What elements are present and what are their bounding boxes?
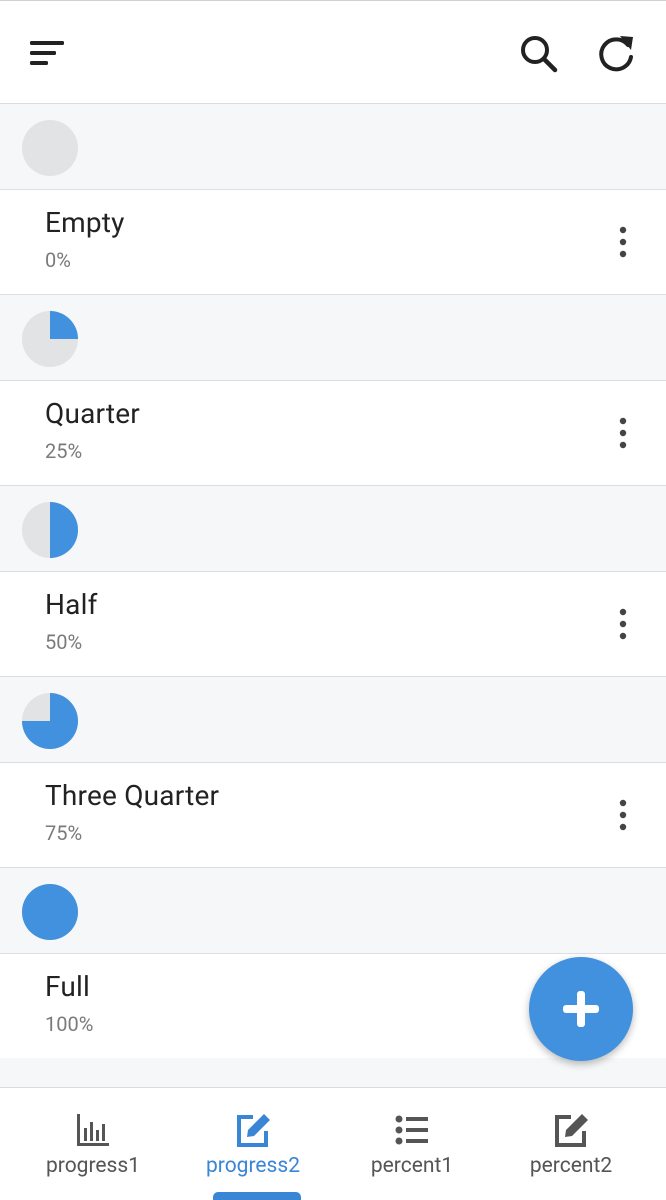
item-percent: 50% bbox=[45, 630, 83, 654]
pie-fill bbox=[50, 311, 78, 339]
tab-label: progress2 bbox=[205, 1154, 300, 1178]
list-item[interactable]: Half 50% bbox=[0, 572, 666, 677]
more-options-button[interactable] bbox=[608, 797, 638, 833]
tab-label: percent1 bbox=[370, 1154, 454, 1178]
edit-icon bbox=[555, 1114, 588, 1147]
item-percent: 100% bbox=[45, 1012, 94, 1036]
item-title: Quarter bbox=[45, 397, 140, 430]
pie-header-row bbox=[0, 486, 666, 572]
progress-pie-icon bbox=[22, 693, 78, 749]
more-vert-icon bbox=[619, 799, 627, 831]
progress-pie-icon bbox=[22, 502, 78, 558]
bar-chart-icon bbox=[77, 1114, 109, 1146]
tab-percent1[interactable]: percent1 bbox=[329, 1088, 495, 1200]
add-fab-button[interactable] bbox=[529, 957, 633, 1061]
top-app-bar bbox=[0, 0, 666, 104]
tab-percent2[interactable]: percent2 bbox=[488, 1088, 654, 1200]
pie-background bbox=[22, 120, 78, 176]
item-title: Three Quarter bbox=[45, 779, 220, 812]
more-options-button[interactable] bbox=[608, 224, 638, 260]
plus-icon bbox=[563, 991, 599, 1027]
pie-header-row bbox=[0, 104, 666, 190]
item-title: Half bbox=[45, 588, 98, 621]
more-options-button[interactable] bbox=[608, 415, 638, 451]
progress-pie-icon bbox=[22, 884, 78, 940]
more-vert-icon bbox=[619, 608, 627, 640]
pie-header-row bbox=[0, 295, 666, 381]
more-vert-icon bbox=[619, 417, 627, 449]
list-item[interactable]: Empty 0% bbox=[0, 190, 666, 295]
tab-label: progress1 bbox=[45, 1154, 140, 1178]
progress-pie-icon bbox=[22, 311, 78, 367]
refresh-button[interactable] bbox=[594, 33, 638, 77]
tab-progress2[interactable]: progress2 bbox=[170, 1088, 336, 1200]
bottom-navigation: progress1 progress2 percent1 percent2 bbox=[0, 1087, 666, 1200]
list-icon bbox=[395, 1115, 428, 1145]
list-item[interactable]: Three Quarter 75% bbox=[0, 763, 666, 868]
search-icon bbox=[521, 36, 558, 73]
pie-fill bbox=[22, 884, 78, 940]
edit-icon bbox=[237, 1114, 270, 1147]
progress-pie-icon bbox=[22, 120, 78, 176]
more-options-button[interactable] bbox=[608, 606, 638, 642]
list-item[interactable]: Quarter 25% bbox=[0, 381, 666, 486]
item-percent: 75% bbox=[45, 821, 83, 845]
item-title: Empty bbox=[45, 206, 125, 239]
pie-header-row bbox=[0, 677, 666, 763]
tab-label: percent2 bbox=[529, 1154, 613, 1178]
progress-list: Empty 0% Quarter 25% Half 50% Three Quar… bbox=[0, 104, 666, 1058]
more-vert-icon bbox=[619, 226, 627, 258]
sort-menu-button[interactable] bbox=[28, 39, 68, 71]
sort-lines-icon bbox=[30, 41, 64, 65]
item-percent: 0% bbox=[45, 248, 71, 272]
refresh-icon bbox=[599, 36, 633, 72]
tab-progress1[interactable]: progress1 bbox=[10, 1088, 176, 1200]
item-percent: 25% bbox=[45, 439, 83, 463]
pie-fill bbox=[50, 502, 78, 558]
item-title: Full bbox=[45, 970, 91, 1003]
search-button[interactable] bbox=[518, 33, 560, 75]
active-tab-indicator bbox=[213, 1192, 301, 1200]
pie-header-row bbox=[0, 868, 666, 954]
